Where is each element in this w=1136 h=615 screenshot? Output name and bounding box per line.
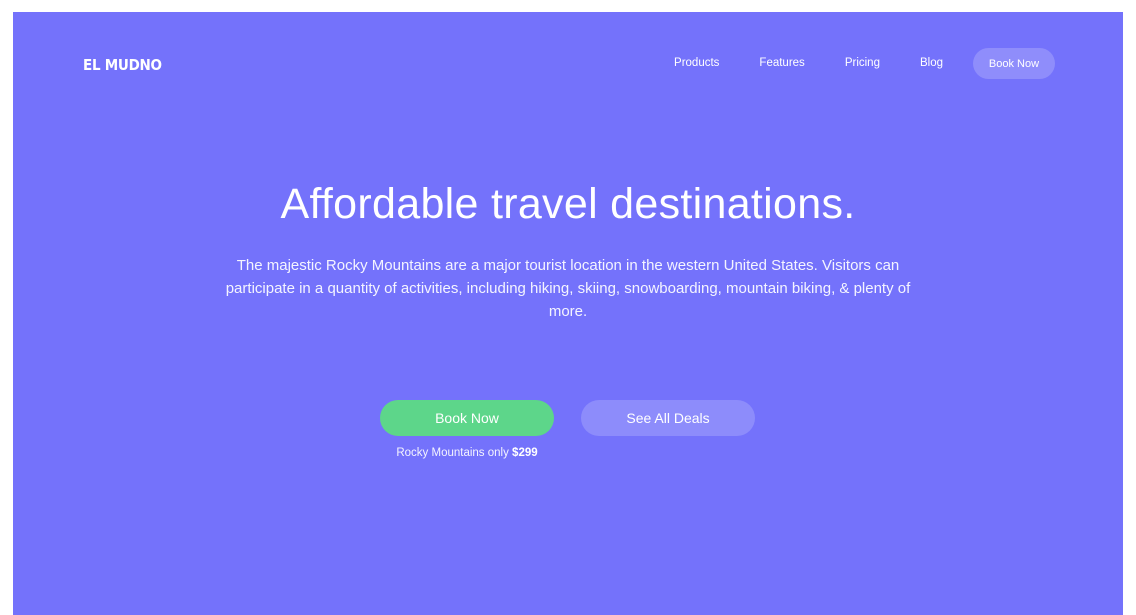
price-note: Rocky Mountains only $299 bbox=[380, 446, 554, 460]
see-all-deals-button[interactable]: See All Deals bbox=[581, 400, 755, 436]
price-note-label: Rocky Mountains only bbox=[396, 447, 509, 459]
price-note-amount: $299 bbox=[512, 447, 538, 459]
nav-link-products[interactable]: Products bbox=[674, 48, 719, 79]
brand-logo[interactable]: EL MUDNO bbox=[83, 56, 162, 74]
nav-link-blog[interactable]: Blog bbox=[920, 48, 943, 79]
main-nav: Products Features Pricing Blog Book Now bbox=[674, 48, 1055, 79]
hero-description: The majestic Rocky Mountains are a major… bbox=[225, 257, 911, 320]
hero-headline: Affordable travel destinations. bbox=[280, 180, 856, 228]
nav-link-features[interactable]: Features bbox=[759, 48, 804, 79]
hero-section: EL MUDNO Products Features Pricing Blog … bbox=[13, 12, 1123, 615]
nav-link-pricing[interactable]: Pricing bbox=[845, 48, 880, 79]
book-now-button[interactable]: Book Now bbox=[380, 400, 554, 436]
nav-book-now-button[interactable]: Book Now bbox=[973, 48, 1055, 79]
